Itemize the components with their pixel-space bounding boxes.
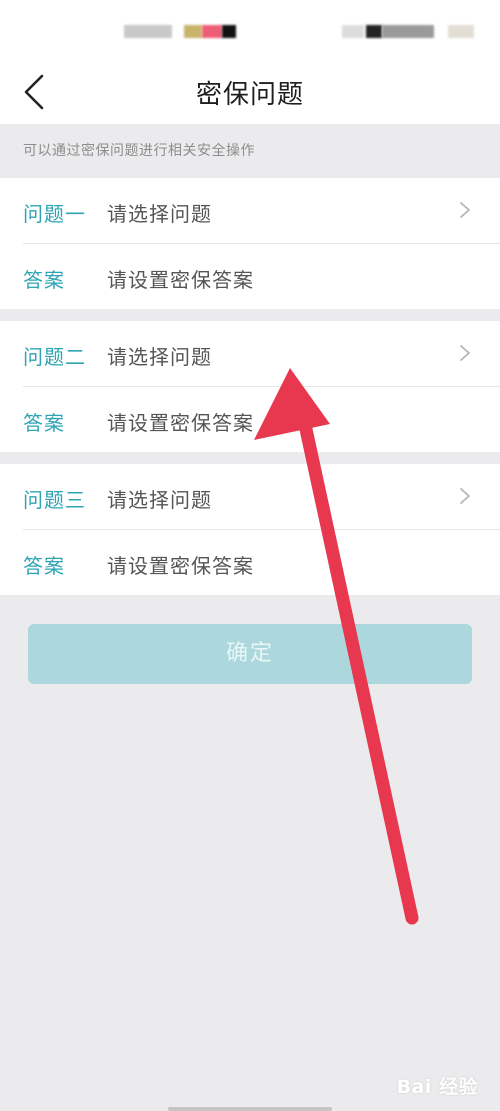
status-blur-1 [124,25,172,38]
chevron-right-icon [460,345,470,361]
home-indicator [168,1107,332,1111]
question-group-3: 问题三 请选择问题 答案 请设置密保答案 [0,464,500,595]
answer-field-row-2[interactable]: 答案 请设置密保答案 [0,387,500,452]
watermark-logo: Bai 经验 [396,1076,478,1098]
hint-text: 可以通过密保问题进行相关安全操作 [23,143,255,159]
answer-label: 答案 [23,554,65,578]
answer-label: 答案 [23,268,65,292]
question-select-row-1[interactable]: 问题一 请选择问题 [0,178,500,244]
question-group-1: 问题一 请选择问题 答案 请设置密保答案 [0,178,500,309]
status-blur-8 [448,25,474,38]
status-blur-6 [366,25,382,38]
answer-input[interactable]: 请设置密保答案 [107,264,254,293]
chevron-right-icon [460,202,470,218]
question-select-row-2[interactable]: 问题二 请选择问题 [0,321,500,387]
answer-field-row-3[interactable]: 答案 请设置密保答案 [0,530,500,595]
status-blur-5 [342,25,364,38]
question-placeholder: 请选择问题 [107,202,212,226]
question-select-row-3[interactable]: 问题三 请选择问题 [0,464,500,530]
page-title: 密保问题 [195,80,304,110]
answer-input[interactable]: 请设置密保答案 [107,550,254,579]
answer-field-row-1[interactable]: 答案 请设置密保答案 [0,244,500,309]
confirm-button[interactable]: 确定 [28,624,472,684]
question-label: 问题三 [23,488,86,512]
nav-bar: 密保问题 [0,62,500,124]
question-group-2: 问题二 请选择问题 答案 请设置密保答案 [0,321,500,452]
status-blur-2 [184,25,202,38]
question-label: 问题一 [23,202,86,226]
answer-label: 答案 [23,411,65,435]
security-question-screen: 密保问题 可以通过密保问题进行相关安全操作 问题一 请选择问题 答案 请设置密保… [0,0,500,1111]
answer-input[interactable]: 请设置密保答案 [107,407,254,436]
chevron-right-icon [460,488,470,504]
question-placeholder: 请选择问题 [107,345,212,369]
status-blur-4 [222,25,236,38]
status-bar [0,0,500,62]
question-placeholder: 请选择问题 [107,488,212,512]
status-blur-3 [202,25,222,38]
question-label: 问题二 [23,345,86,369]
status-blur-7 [382,25,434,38]
